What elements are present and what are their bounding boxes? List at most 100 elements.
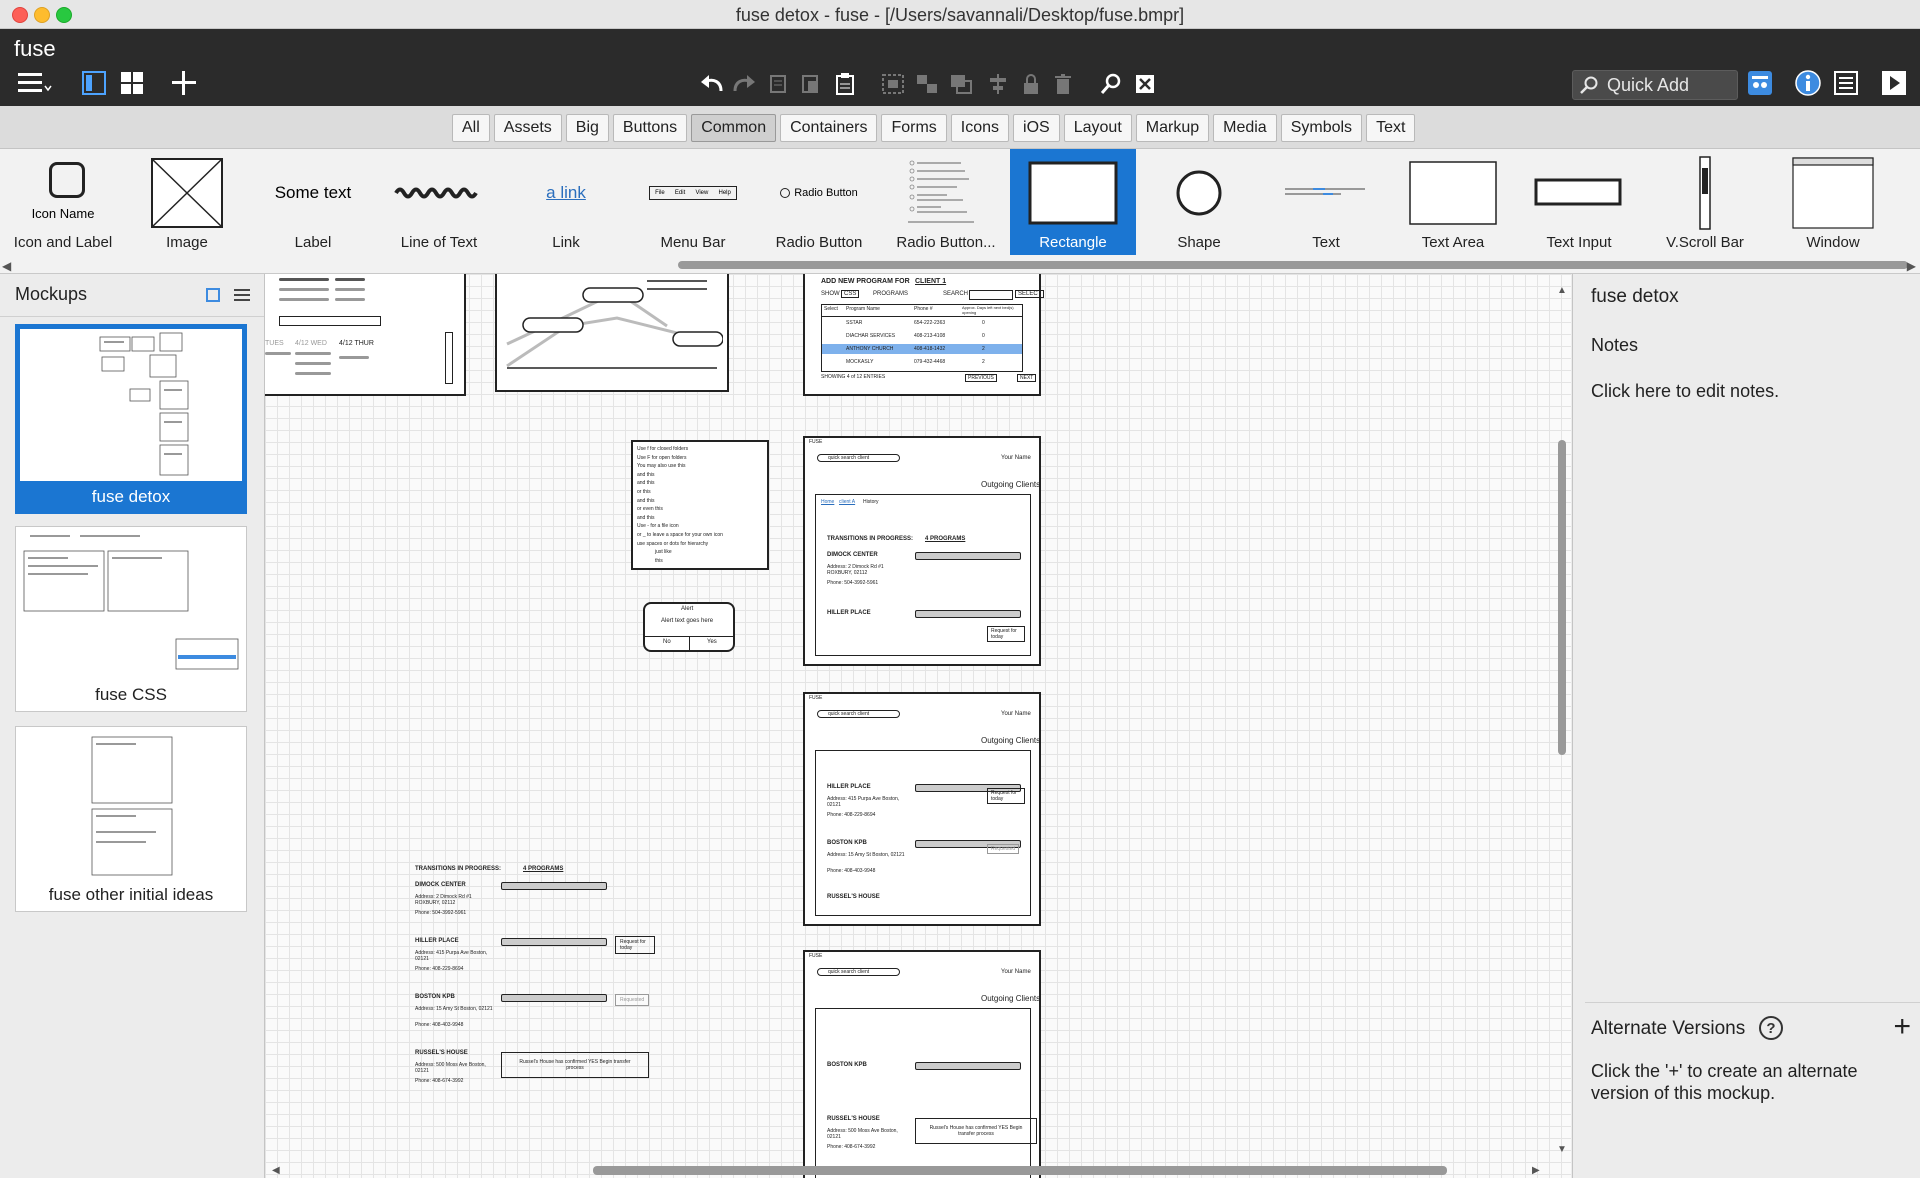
tab-all[interactable]: All [452, 114, 490, 142]
alert-no-button[interactable]: No [663, 639, 671, 645]
group-icon[interactable] [880, 71, 906, 97]
mockup-item-fuse-detox[interactable]: fuse detox [15, 324, 247, 514]
transitions-list-wireframe[interactable]: TRANSITIONS IN PROGRESS: 4 PROGRAMS DIMO… [415, 866, 675, 1086]
request-today-button[interactable]: Request for today [615, 936, 655, 954]
tree-item[interactable]: or _ to leave a space for your own icon [637, 532, 723, 538]
requested-button[interactable]: Requested [987, 844, 1020, 854]
quick-add-input[interactable]: Quick Add [1572, 70, 1738, 100]
tab-ios[interactable]: iOS [1013, 114, 1060, 142]
library-item-rectangle[interactable]: Rectangle [1010, 149, 1136, 255]
tab-assets[interactable]: Assets [493, 114, 562, 142]
redo-icon[interactable] [730, 71, 758, 97]
single-view-icon[interactable] [80, 69, 108, 97]
properties-icon[interactable] [1832, 69, 1860, 97]
find-icon[interactable] [1098, 71, 1124, 97]
undo-icon[interactable] [698, 71, 726, 97]
library-item-image[interactable]: Image [124, 149, 250, 255]
library-item-line-of-text[interactable]: Line of Text [376, 149, 502, 255]
mockup-item-fuse-other-initial-ideas[interactable]: fuse other initial ideas [15, 726, 247, 912]
library-item-icon-and-label[interactable]: Icon Name Icon and Label [0, 149, 126, 255]
scroll-up-icon[interactable]: ▲ [1557, 285, 1567, 296]
quick-search-field[interactable]: quick search client [817, 968, 901, 976]
outgoing-clients-wireframe-3[interactable]: FUSE quick search client Your Name Outgo… [803, 950, 1041, 1178]
show-select[interactable]: CSS [841, 290, 860, 298]
add-icon[interactable] [170, 69, 198, 97]
tree-item[interactable]: use spaces or dots for hierarchy [637, 541, 708, 547]
add-program-table-wireframe[interactable]: ADD NEW PROGRAM FOR CLIENT 1 SHOW CSS PR… [803, 274, 1045, 396]
mockup-name[interactable]: fuse detox [1591, 286, 1679, 308]
scroll-left-icon[interactable]: ◀ [272, 1165, 280, 1176]
tree-item[interactable]: Use f for closed folders [637, 446, 688, 452]
tree-item[interactable]: or this [637, 489, 651, 495]
paste-icon[interactable] [832, 71, 858, 97]
menu-icon[interactable] [14, 69, 54, 97]
canvas-vertical-scroll-thumb[interactable] [1558, 440, 1566, 755]
programs-count-link[interactable]: 4 PROGRAMS [523, 866, 563, 872]
alert-wireframe[interactable]: Alert Alert text goes here No Yes [643, 602, 735, 652]
library-item-label[interactable]: Some text Label [250, 149, 376, 255]
align-icon[interactable] [984, 71, 1014, 97]
outgoing-clients-tab[interactable]: Outgoing Clients [981, 736, 1040, 745]
cut-icon[interactable] [798, 71, 824, 97]
info-icon[interactable] [1794, 69, 1822, 97]
library-item-radio-button-group[interactable]: Radio Button... [883, 149, 1009, 255]
user-name[interactable]: Your Name [1001, 711, 1031, 717]
tab-media[interactable]: Media [1213, 114, 1277, 142]
tree-item[interactable]: and this [637, 498, 655, 504]
tree-wireframe[interactable]: Use f for closed folders Use F for open f… [631, 440, 769, 570]
tab-big[interactable]: Big [565, 114, 609, 142]
library-item-v-scroll-bar[interactable]: V.Scroll Bar [1642, 149, 1768, 255]
quick-search-field[interactable]: quick search client [817, 454, 901, 462]
canvas-vertical-scrollbar[interactable]: ▲ ▼ [1557, 285, 1567, 1155]
client-link[interactable]: CLIENT 1 [915, 278, 946, 285]
programs-count-link[interactable]: 4 PROGRAMS [925, 536, 965, 542]
mockup-item-fuse-css[interactable]: fuse CSS [15, 526, 247, 712]
canvas-horizontal-scrollbar[interactable] [593, 1166, 1447, 1175]
library-item-text-area[interactable]: Text Area [1390, 149, 1516, 255]
scroll-right-icon[interactable]: ▶ [1532, 1165, 1540, 1176]
library-item-window[interactable]: Window [1770, 149, 1896, 255]
tree-item[interactable]: just like [655, 549, 672, 555]
close-find-icon[interactable] [1132, 71, 1158, 97]
library-scrollbar[interactable] [678, 261, 1908, 269]
library-item-text-input[interactable]: Text Input [1516, 149, 1642, 255]
tree-item[interactable]: You may also use this [637, 463, 685, 469]
quick-search-field[interactable]: quick search client [817, 710, 901, 718]
breadcrumb-client[interactable]: client A [839, 499, 855, 505]
request-today-button[interactable]: Request for today [987, 626, 1025, 642]
tab-common[interactable]: Common [691, 114, 777, 142]
calendar-wireframe[interactable]: TUES 4/12 WED 4/12 THUR [265, 274, 466, 396]
project-icon[interactable] [1746, 69, 1774, 97]
tab-containers[interactable]: Containers [780, 114, 878, 142]
tab-symbols[interactable]: Symbols [1280, 114, 1363, 142]
library-item-radio-button[interactable]: Radio Button Radio Button [756, 149, 882, 255]
tree-item[interactable]: or even this [637, 506, 663, 512]
previous-button[interactable]: PREVIOUS [965, 374, 997, 382]
library-scroll-right-icon[interactable]: ▶ [1907, 259, 1916, 273]
search-field[interactable] [969, 290, 1013, 300]
library-item-link[interactable]: a link Link [503, 149, 629, 255]
tree-item[interactable]: and this [637, 480, 655, 486]
grid-view-icon[interactable] [118, 69, 146, 97]
tree-item[interactable]: Use - for a file icon [637, 523, 679, 529]
order-icon[interactable] [948, 71, 978, 97]
tab-buttons[interactable]: Buttons [612, 114, 688, 142]
library-scroll-left-icon[interactable]: ◀ [2, 259, 11, 273]
tab-forms[interactable]: Forms [881, 114, 947, 142]
request-today-button[interactable]: Request for today [987, 788, 1025, 804]
present-icon[interactable] [1880, 69, 1908, 97]
copy-icon[interactable] [766, 71, 792, 97]
select-button[interactable]: SELECT [1015, 290, 1045, 298]
tree-item[interactable]: and this [637, 472, 655, 478]
add-alternate-version-button[interactable]: + [1893, 1012, 1911, 1042]
breadcrumb-home[interactable]: Home [821, 499, 834, 505]
tab-icons[interactable]: Icons [950, 114, 1010, 142]
tab-markup[interactable]: Markup [1135, 114, 1210, 142]
outgoing-clients-tab[interactable]: Outgoing Clients [981, 994, 1040, 1003]
list-view-icon[interactable] [234, 288, 250, 307]
tab-text[interactable]: Text [1366, 114, 1416, 142]
library-item-text[interactable]: Text [1263, 149, 1389, 255]
thumbnail-view-icon[interactable] [206, 288, 220, 302]
tree-item[interactable]: Use F for open folders [637, 455, 686, 461]
help-icon[interactable]: ? [1759, 1016, 1783, 1040]
